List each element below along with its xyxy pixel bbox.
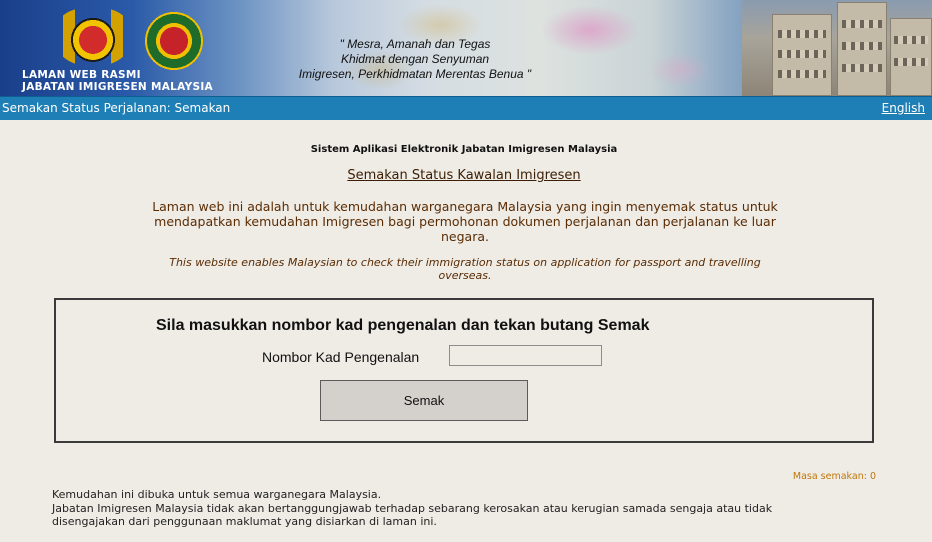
immigration-logo-icon <box>145 10 203 72</box>
form-prompt: Sila masukkan nombor kad pengenalan dan … <box>156 317 650 334</box>
system-name: Sistem Aplikasi Elektronik Jabatan Imigr… <box>310 144 618 155</box>
site-title: LAMAN WEB RASMI JABATAN IMIGRESEN MALAYS… <box>22 69 213 93</box>
malaysia-coat-of-arms-icon <box>55 8 131 66</box>
header-banner: LAMAN WEB RASMI JABATAN IMIGRESEN MALAYS… <box>0 0 932 96</box>
motto: " Mesra, Amanah dan Tegas Khidmat dengan… <box>298 37 532 81</box>
navbar: Semakan Status Perjalanan: Semakan Engli… <box>0 96 932 120</box>
breadcrumb: Semakan Status Perjalanan: Semakan <box>2 101 231 115</box>
building-photo <box>742 0 932 96</box>
page-title: Semakan Status Kawalan Imigresen <box>347 168 581 183</box>
english-language-link[interactable]: English <box>882 101 925 115</box>
check-count-label: Masa semakan: 0 <box>792 471 876 482</box>
footer-disclaimer: Kemudahan ini dibuka untuk semua wargane… <box>52 488 773 528</box>
intro-text-english: This website enables Malaysian to check … <box>169 256 761 282</box>
ic-check-form: Sila masukkan nombor kad pengenalan dan … <box>54 298 874 443</box>
semak-button[interactable]: Semak <box>320 380 528 421</box>
intro-text-malay: Laman web ini adalah untuk kemudahan war… <box>152 199 778 244</box>
ic-number-label: Nombor Kad Pengenalan <box>262 349 420 365</box>
ic-number-input[interactable] <box>449 345 602 366</box>
